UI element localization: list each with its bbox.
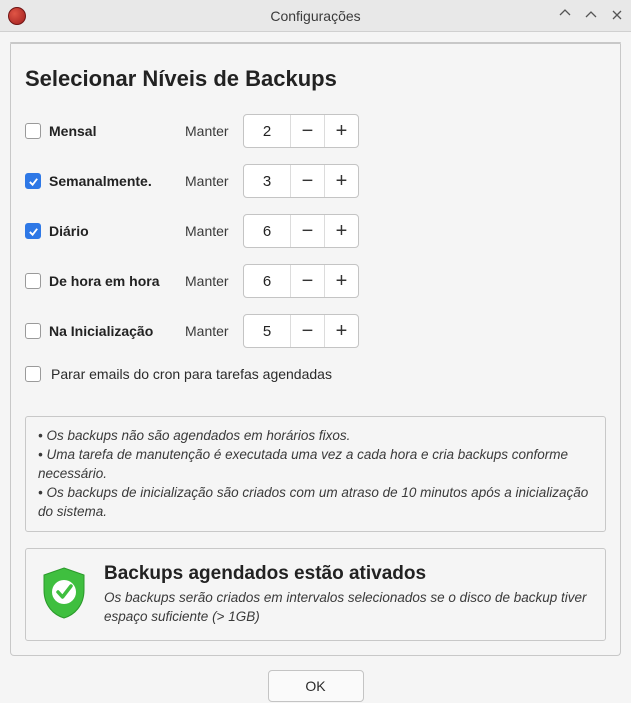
checkbox-mensal[interactable]	[25, 123, 41, 139]
increment-icon[interactable]: +	[324, 214, 358, 248]
info-line: • Uma tarefa de manutenção é executada u…	[38, 446, 593, 484]
label-boot: Na Inicialização	[49, 323, 153, 339]
decrement-icon[interactable]: −	[290, 314, 324, 348]
app-icon	[8, 7, 26, 25]
status-box: Backups agendados estão ativados Os back…	[25, 548, 606, 640]
spinner-boot: 5 − +	[243, 314, 359, 348]
decrement-icon[interactable]: −	[290, 164, 324, 198]
spinner-diario: 6 − +	[243, 214, 359, 248]
section-title: Selecionar Níveis de Backups	[25, 66, 606, 92]
keep-label: Manter	[185, 123, 243, 139]
increment-icon[interactable]: +	[324, 264, 358, 298]
spinner-value-hora[interactable]: 6	[244, 273, 290, 290]
checkbox-diario[interactable]	[25, 223, 41, 239]
minimize-icon[interactable]	[559, 8, 571, 24]
spinner-value-semanal[interactable]: 3	[244, 173, 290, 190]
label-mensal: Mensal	[49, 123, 96, 139]
spinner-semanal: 3 − +	[243, 164, 359, 198]
close-icon[interactable]	[611, 8, 623, 24]
increment-icon[interactable]: +	[324, 314, 358, 348]
checkbox-boot[interactable]	[25, 323, 41, 339]
label-semanal: Semanalmente.	[49, 173, 152, 189]
keep-label: Manter	[185, 173, 243, 189]
spinner-value-mensal[interactable]: 2	[244, 123, 290, 140]
ok-button[interactable]: OK	[268, 670, 364, 702]
decrement-icon[interactable]: −	[290, 264, 324, 298]
level-row-mensal: Mensal Manter 2 − +	[25, 114, 606, 148]
level-row-diario: Diário Manter 6 − +	[25, 214, 606, 248]
level-row-boot: Na Inicialização Manter 5 − +	[25, 314, 606, 348]
level-row-semanal: Semanalmente. Manter 3 − +	[25, 164, 606, 198]
shield-check-icon	[40, 566, 88, 623]
spinner-mensal: 2 − +	[243, 114, 359, 148]
info-line: • Os backups não são agendados em horári…	[38, 427, 593, 446]
keep-label: Manter	[185, 223, 243, 239]
decrement-icon[interactable]: −	[290, 214, 324, 248]
decrement-icon[interactable]: −	[290, 114, 324, 148]
label-hora: De hora em hora	[49, 273, 159, 289]
increment-icon[interactable]: +	[324, 164, 358, 198]
checkbox-semanal[interactable]	[25, 173, 41, 189]
dialog-button-row: OK	[10, 656, 621, 702]
checkbox-stop-cron[interactable]	[25, 366, 41, 382]
info-box: • Os backups não são agendados em horári…	[25, 416, 606, 532]
label-diario: Diário	[49, 223, 89, 239]
tab-panel-agendamento: Selecionar Níveis de Backups Mensal Mant…	[10, 44, 621, 656]
status-title: Backups agendados estão ativados	[104, 563, 591, 585]
window-title: Configurações	[0, 8, 631, 24]
spinner-value-diario[interactable]: 6	[244, 223, 290, 240]
titlebar: Configurações	[0, 0, 631, 32]
keep-label: Manter	[185, 273, 243, 289]
checkbox-hora[interactable]	[25, 273, 41, 289]
maximize-icon[interactable]	[585, 8, 597, 24]
keep-label: Manter	[185, 323, 243, 339]
spinner-value-boot[interactable]: 5	[244, 323, 290, 340]
stop-cron-row: Parar emails do cron para tarefas agenda…	[25, 366, 606, 382]
info-line: • Os backups de inicialização são criado…	[38, 484, 593, 522]
level-row-hora: De hora em hora Manter 6 − +	[25, 264, 606, 298]
status-desc: Os backups serão criados em intervalos s…	[104, 589, 591, 625]
increment-icon[interactable]: +	[324, 114, 358, 148]
label-stop-cron: Parar emails do cron para tarefas agenda…	[51, 366, 332, 382]
spinner-hora: 6 − +	[243, 264, 359, 298]
